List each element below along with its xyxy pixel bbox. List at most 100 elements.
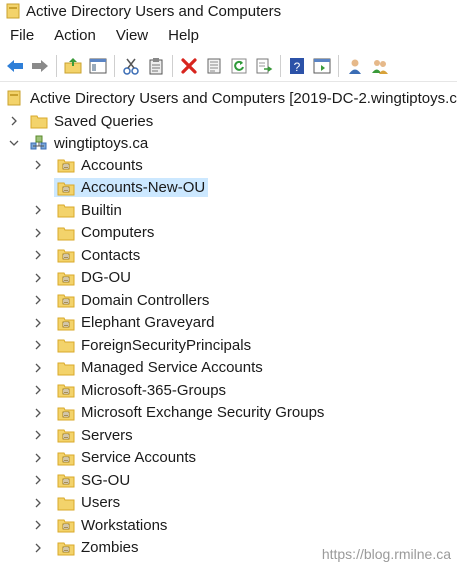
tree-item-label: Zombies bbox=[81, 539, 139, 556]
tree-item-label: ForeignSecurityPrincipals bbox=[81, 336, 252, 354]
new-user-button[interactable] bbox=[344, 55, 366, 77]
tree-root[interactable]: Active Directory Users and Computers [20… bbox=[6, 88, 457, 108]
tree-item-ou[interactable]: DG-OU bbox=[32, 268, 134, 288]
tree-item-body[interactable]: SG-OU bbox=[54, 471, 133, 490]
tree-item-saved-queries[interactable]: Saved Queries bbox=[8, 111, 153, 131]
tree-item-label: Servers bbox=[81, 426, 133, 444]
tree-item-body[interactable]: Workstations bbox=[54, 516, 170, 535]
properties-icon bbox=[207, 58, 221, 73]
help-icon: ? bbox=[290, 57, 304, 74]
chevron-right-icon[interactable] bbox=[32, 159, 44, 171]
tree-item-body[interactable]: Contacts bbox=[54, 246, 143, 265]
tree-item-ou[interactable]: Computers bbox=[32, 223, 157, 243]
tree-item-ou[interactable]: Accounts bbox=[32, 155, 146, 175]
chevron-right-icon[interactable] bbox=[32, 294, 44, 306]
chevron-right-icon[interactable] bbox=[32, 519, 44, 531]
tree-item-ou[interactable]: Domain Controllers bbox=[32, 290, 212, 310]
tree-item-body[interactable]: Accounts-New-OU bbox=[54, 178, 209, 197]
tree-item-label: Users bbox=[81, 494, 121, 511]
chevron-right-icon[interactable] bbox=[32, 362, 44, 374]
toolbar-separator bbox=[280, 54, 281, 77]
tree-item-ou[interactable]: Elephant Graveyard bbox=[32, 313, 217, 333]
ou-folder-icon bbox=[57, 249, 75, 263]
tree-item-body[interactable]: Microsoft-365-Groups bbox=[54, 381, 229, 400]
menu-action[interactable]: Action bbox=[44, 27, 106, 44]
ou-folder-icon bbox=[57, 182, 75, 195]
chevron-placeholder bbox=[32, 182, 44, 194]
new-group-button[interactable] bbox=[369, 55, 391, 77]
menu-view[interactable]: View bbox=[106, 27, 158, 44]
tree-item-ou[interactable]: Workstations bbox=[32, 515, 170, 535]
chevron-right-icon[interactable] bbox=[32, 497, 44, 509]
tree-item-ou[interactable]: Managed Service Accounts bbox=[32, 358, 266, 378]
tree-item-body[interactable]: Service Accounts bbox=[54, 448, 199, 467]
tree-item-body[interactable]: Microsoft Exchange Security Groups bbox=[54, 403, 327, 422]
user-icon bbox=[349, 59, 361, 74]
tree-item-body[interactable]: Builtin bbox=[54, 201, 125, 220]
export-list-button[interactable] bbox=[253, 55, 275, 77]
help-button[interactable]: ? bbox=[286, 55, 308, 77]
up-folder-button[interactable] bbox=[62, 55, 84, 77]
tree-item-ou[interactable]: Microsoft Exchange Security Groups bbox=[32, 403, 327, 423]
chevron-right-icon[interactable] bbox=[32, 407, 44, 419]
tree-item-ou[interactable]: Service Accounts bbox=[32, 448, 199, 468]
cut-button[interactable] bbox=[120, 55, 142, 77]
tree-item-body[interactable]: Users bbox=[54, 493, 123, 512]
chevron-right-icon[interactable] bbox=[32, 452, 44, 464]
chevron-right-icon[interactable] bbox=[32, 429, 44, 441]
chevron-right-icon[interactable] bbox=[32, 384, 44, 396]
tree-item-label: Service Accounts bbox=[81, 449, 197, 466]
chevron-right-icon[interactable] bbox=[32, 249, 44, 261]
show-hide-action-pane-button[interactable] bbox=[311, 55, 333, 77]
chevron-right-icon[interactable] bbox=[32, 204, 44, 216]
tree-item-body[interactable]: Domain Controllers bbox=[54, 291, 212, 310]
tree-item-body[interactable]: Accounts bbox=[54, 156, 146, 175]
tree-item-label: Contacts bbox=[81, 246, 141, 264]
tree-item-ou[interactable]: SG-OU bbox=[32, 470, 133, 490]
title-bar: Active Directory Users and Computers bbox=[0, 0, 457, 22]
tree-item-ou[interactable]: Microsoft-365-Groups bbox=[32, 380, 229, 400]
tree-item-label: Workstations bbox=[81, 516, 168, 534]
folder-icon bbox=[57, 497, 75, 510]
tree-item-body[interactable]: DG-OU bbox=[54, 268, 134, 287]
properties-button[interactable] bbox=[203, 55, 225, 77]
chevron-right-icon[interactable] bbox=[32, 542, 44, 554]
tree-item-body[interactable]: Elephant Graveyard bbox=[54, 313, 217, 332]
back-arrow-icon bbox=[7, 59, 23, 72]
ou-folder-icon bbox=[57, 317, 75, 330]
tree-item-label: SG-OU bbox=[81, 471, 131, 489]
forward-button[interactable] bbox=[29, 55, 51, 77]
chevron-right-icon[interactable] bbox=[8, 115, 20, 127]
tree-item-ou[interactable]: Servers bbox=[32, 425, 136, 445]
ou-folder-icon bbox=[57, 474, 75, 488]
tree-root-label: Active Directory Users and Computers [20… bbox=[30, 89, 457, 107]
tree-item-ou[interactable]: Accounts-New-OU bbox=[32, 178, 209, 198]
menu-help[interactable]: Help bbox=[158, 27, 209, 44]
tree-item-domain[interactable]: wingtiptoys.ca bbox=[8, 133, 148, 153]
refresh-icon bbox=[231, 58, 247, 73]
menu-file[interactable]: File bbox=[0, 27, 44, 44]
tree-item-ou[interactable]: ForeignSecurityPrincipals bbox=[32, 335, 254, 355]
tree-item-body[interactable]: Managed Service Accounts bbox=[54, 358, 266, 377]
tree-item-ou[interactable]: Contacts bbox=[32, 245, 143, 265]
tree-item-body[interactable]: Zombies bbox=[54, 538, 142, 557]
copy-button[interactable] bbox=[145, 55, 167, 77]
refresh-button[interactable] bbox=[228, 55, 250, 77]
aduc-root-icon bbox=[7, 90, 21, 106]
tree-item-body[interactable]: Computers bbox=[54, 223, 157, 242]
chevron-right-icon[interactable] bbox=[32, 339, 44, 351]
chevron-right-icon[interactable] bbox=[32, 474, 44, 486]
back-button[interactable] bbox=[4, 55, 26, 77]
toolbar: ? bbox=[0, 50, 457, 82]
tree-item-ou[interactable]: Users bbox=[32, 493, 123, 513]
show-hide-console-tree-button[interactable] bbox=[87, 55, 109, 77]
tree-item-body[interactable]: ForeignSecurityPrincipals bbox=[54, 336, 254, 355]
chevron-right-icon[interactable] bbox=[32, 272, 44, 284]
tree-item-ou[interactable]: Zombies bbox=[32, 538, 142, 558]
tree-item-body[interactable]: Servers bbox=[54, 426, 136, 445]
chevron-right-icon[interactable] bbox=[32, 317, 44, 329]
chevron-down-icon[interactable] bbox=[8, 137, 20, 149]
tree-item-ou[interactable]: Builtin bbox=[32, 200, 125, 220]
delete-button[interactable] bbox=[178, 55, 200, 77]
chevron-right-icon[interactable] bbox=[32, 227, 44, 239]
